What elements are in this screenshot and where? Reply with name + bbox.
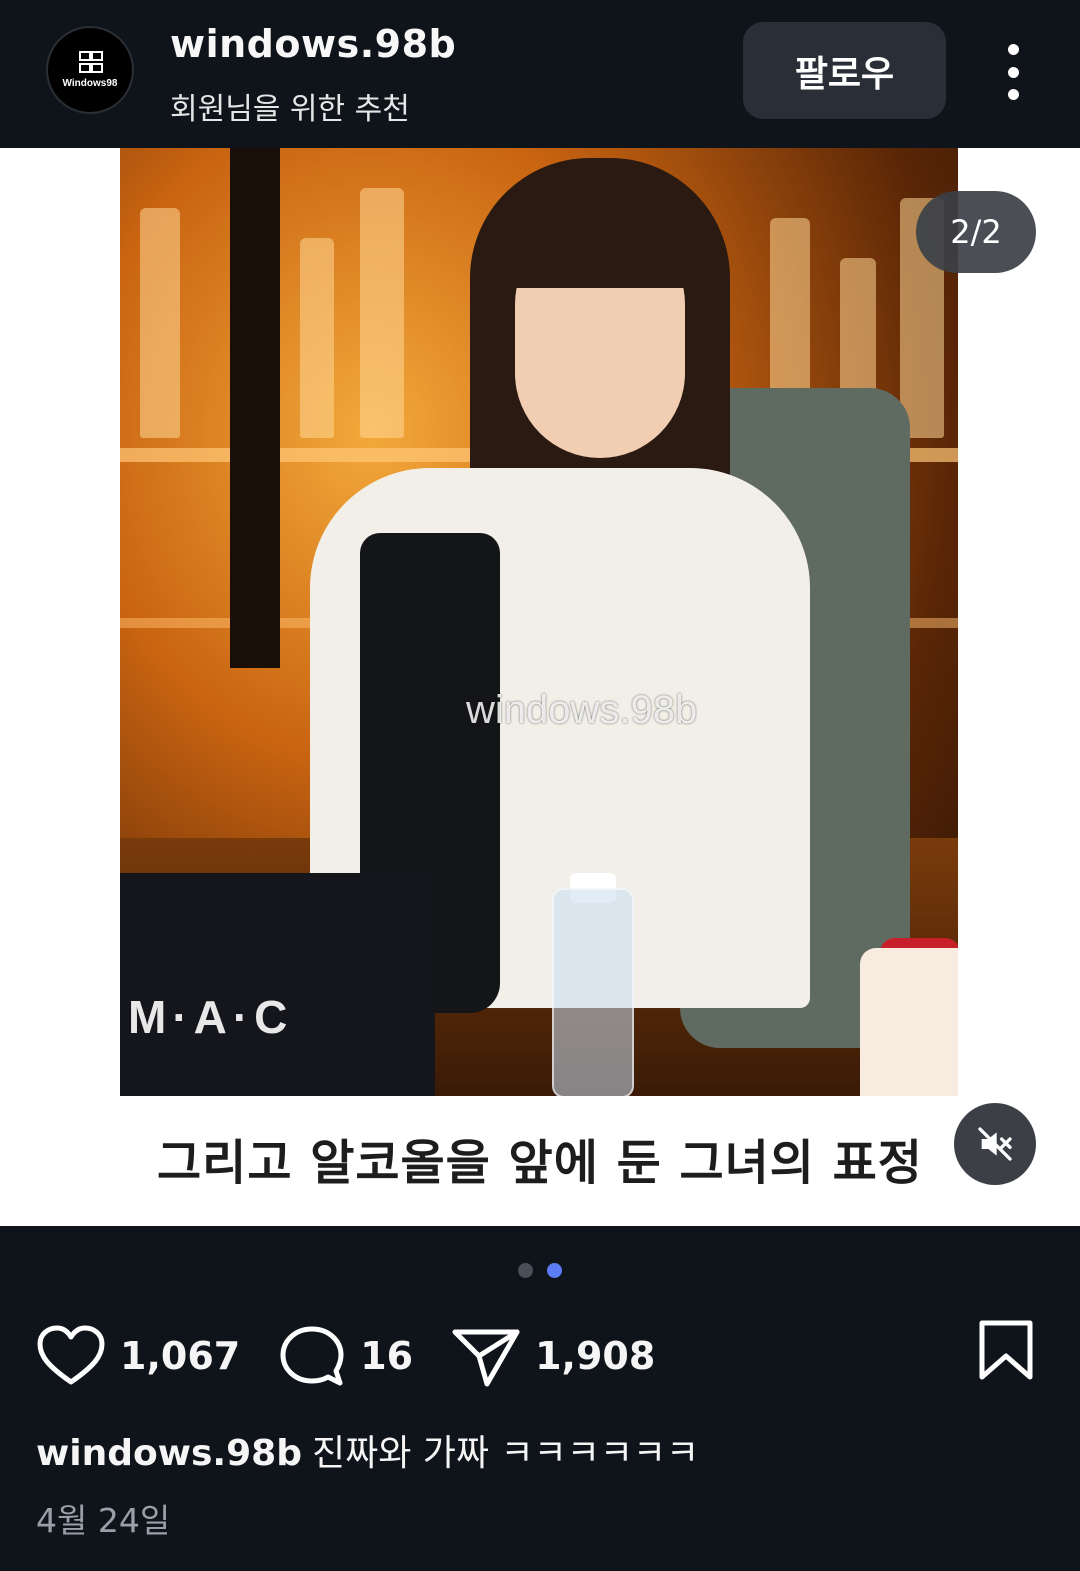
like-action[interactable]: 1,067 <box>36 1324 240 1388</box>
carousel-counter: 2/2 <box>916 191 1036 273</box>
post-photo: M·A·C windows.98b <box>120 148 958 1096</box>
windows-logo-icon <box>75 51 105 75</box>
watermark: windows.98b <box>466 688 698 732</box>
caption-username[interactable]: windows.98b <box>36 1433 302 1474</box>
avatar[interactable]: Windows98 <box>46 26 134 114</box>
header-subtitle: 회원님을 위한 추천 <box>170 92 410 127</box>
follow-button[interactable]: 팔로우 <box>743 22 946 119</box>
header-username[interactable]: windows.98b <box>170 22 456 66</box>
comment-count[interactable]: 16 <box>360 1334 413 1378</box>
image-caption-text: 그리고 알코올을 앞에 둔 그녀의 표정 <box>157 1135 923 1191</box>
carousel-dot-active[interactable] <box>547 1263 562 1278</box>
post-media[interactable]: M·A·C windows.98b 2/2 그리고 알코올을 앞에 둔 그녀의 … <box>0 148 1080 1226</box>
bag-logo-text: M·A·C <box>128 991 294 1043</box>
share-count[interactable]: 1,908 <box>535 1334 655 1378</box>
bookmark-icon[interactable] <box>978 1320 1034 1380</box>
speaker-muted-icon[interactable] <box>954 1103 1036 1185</box>
share-action[interactable]: 1,908 <box>451 1324 655 1388</box>
post-header: Windows98 windows.98b 회원님을 위한 추천 팔로우 <box>0 0 1080 148</box>
more-vertical-icon[interactable] <box>1000 44 1026 100</box>
carousel-indicator <box>0 1263 1080 1278</box>
post-page: Windows98 windows.98b 회원님을 위한 추천 팔로우 M·A… <box>0 0 1080 1571</box>
comment-action[interactable]: 16 <box>278 1324 413 1388</box>
action-bar: 1,067 16 1,908 <box>36 1318 693 1394</box>
like-count[interactable]: 1,067 <box>120 1334 240 1378</box>
carousel-dot[interactable] <box>518 1263 533 1278</box>
caption-text: 진짜와 가짜 ㅋㅋㅋㅋㅋㅋ <box>311 1433 700 1474</box>
comment-icon[interactable] <box>278 1324 346 1388</box>
post-caption: windows.98b 진짜와 가짜 ㅋㅋㅋㅋㅋㅋ <box>36 1424 699 1476</box>
heart-icon[interactable] <box>36 1324 106 1388</box>
avatar-logo-text: Windows98 <box>62 78 118 89</box>
send-icon[interactable] <box>451 1324 521 1388</box>
post-date: 4월 24일 <box>36 1501 171 1540</box>
